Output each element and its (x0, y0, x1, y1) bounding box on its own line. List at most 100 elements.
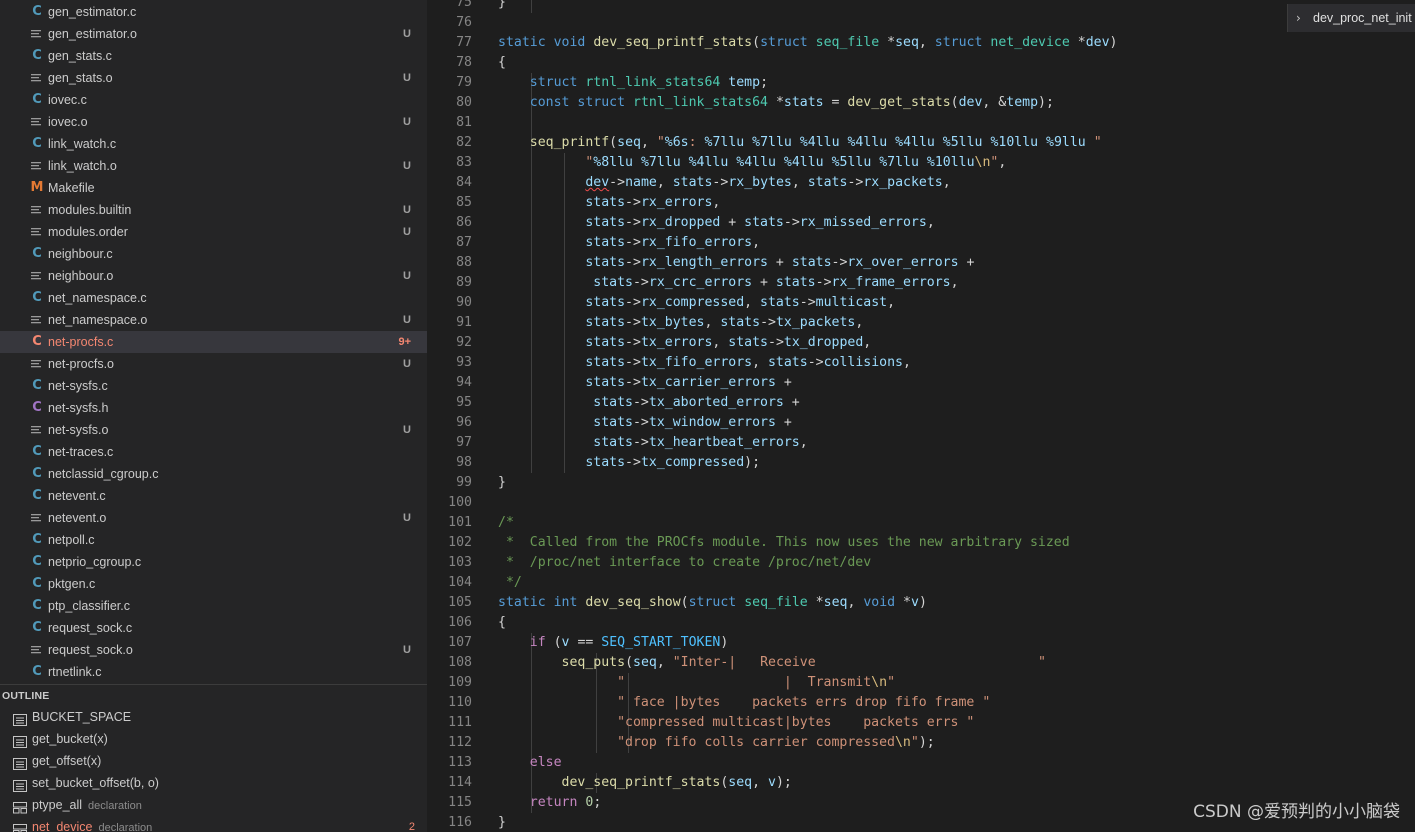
code-text[interactable]: stats->rx_compressed, stats->multicast, (498, 293, 895, 313)
file-item[interactable]: Crtnetlink.c (0, 661, 427, 683)
code-text[interactable]: if (v == SEQ_START_TOKEN) (498, 633, 729, 653)
code-text[interactable]: /* (498, 513, 514, 533)
file-item[interactable]: M Makefile (0, 177, 427, 199)
code-line[interactable]: 95 stats->tx_aborted_errors + (427, 393, 1415, 413)
file-item[interactable]: gen_estimator.o U (0, 23, 427, 45)
file-item[interactable]: Cgen_estimator.c (0, 1, 427, 23)
code-editor[interactable]: 75} 76 77 static void dev_seq_printf_stats(… (427, 0, 1415, 832)
code-line[interactable]: 85 stats->rx_errors, (427, 193, 1415, 213)
code-line[interactable]: 103 * /proc/net interface to create /pro… (427, 553, 1415, 573)
file-item[interactable]: Cnet-traces.c (0, 441, 427, 463)
code-line[interactable]: 84 dev->name, stats->rx_bytes, stats->rx… (427, 173, 1415, 193)
code-line[interactable]: 90 stats->rx_compressed, stats->multicas… (427, 293, 1415, 313)
code-text[interactable]: stats->rx_dropped + stats->rx_missed_err… (498, 213, 934, 233)
code-text[interactable]: seq_puts(seq, "Inter-| Receive " (498, 653, 1046, 673)
code-text[interactable]: " face |bytes packets errs drop fifo fra… (498, 693, 990, 713)
code-line[interactable]: 86 stats->rx_dropped + stats->rx_missed_… (427, 213, 1415, 233)
file-item[interactable]: net_namespace.o U (0, 309, 427, 331)
file-item[interactable]: request_sock.o U (0, 639, 427, 661)
file-item[interactable]: Cnetprio_cgroup.c (0, 551, 427, 573)
code-text[interactable]: stats->tx_aborted_errors + (498, 393, 799, 413)
code-text[interactable]: */ (498, 573, 522, 593)
file-item[interactable]: Cnet_namespace.c (0, 287, 427, 309)
code-text[interactable]: struct rtnl_link_stats64 temp; (498, 73, 768, 93)
code-line[interactable]: 99} (427, 473, 1415, 493)
outline-item[interactable]: get_offset(x) (0, 750, 427, 772)
file-item[interactable]: Cnetclassid_cgroup.c (0, 463, 427, 485)
code-text[interactable]: seq_printf(seq, "%6s: %7llu %7llu %4llu … (498, 133, 1102, 153)
code-text[interactable]: { (498, 53, 506, 73)
file-item[interactable]: Crequest_sock.c (0, 617, 427, 639)
code-line[interactable]: 114 dev_seq_printf_stats(seq, v); (427, 773, 1415, 793)
code-line[interactable]: 76 (427, 13, 1415, 33)
file-item[interactable]: link_watch.o U (0, 155, 427, 177)
code-line[interactable]: 109 " | Transmit\n" (427, 673, 1415, 693)
code-text[interactable]: stats->tx_errors, stats->tx_dropped, (498, 333, 871, 353)
file-item[interactable]: Cneighbour.c (0, 243, 427, 265)
code-text[interactable]: stats->rx_errors, (498, 193, 720, 213)
code-text[interactable]: stats->tx_fifo_errors, stats->collisions… (498, 353, 911, 373)
file-item[interactable]: Cnet-procfs.c 9+ (0, 331, 427, 353)
code-text[interactable]: dev->name, stats->rx_bytes, stats->rx_pa… (498, 173, 950, 193)
code-line[interactable]: 92 stats->tx_errors, stats->tx_dropped, (427, 333, 1415, 353)
file-item[interactable]: Cnet-sysfs.c (0, 375, 427, 397)
code-line[interactable]: 75} (427, 0, 1415, 13)
file-item[interactable]: Clink_watch.c (0, 133, 427, 155)
breadcrumb-symbol[interactable]: dev_proc_net_init (1313, 9, 1412, 27)
outline-item[interactable]: get_bucket(x) (0, 728, 427, 750)
code-line[interactable]: 102 * Called from the PROCfs module. Thi… (427, 533, 1415, 553)
code-line[interactable]: 83 "%8llu %7llu %4llu %4llu %4llu %5llu … (427, 153, 1415, 173)
code-text[interactable]: "compressed multicast|bytes packets errs… (498, 713, 974, 733)
code-line[interactable]: 111 "compressed multicast|bytes packets … (427, 713, 1415, 733)
code-text[interactable]: * Called from the PROCfs module. This no… (498, 533, 1070, 553)
code-text[interactable]: "drop fifo colls carrier compressed\n"); (498, 733, 935, 753)
file-item[interactable]: modules.order U (0, 221, 427, 243)
code-line[interactable]: 91 stats->tx_bytes, stats->tx_packets, (427, 313, 1415, 333)
code-line[interactable]: 107 if (v == SEQ_START_TOKEN) (427, 633, 1415, 653)
code-line[interactable]: 113 else (427, 753, 1415, 773)
code-text[interactable]: dev_seq_printf_stats(seq, v); (498, 773, 792, 793)
code-line[interactable]: 110 " face |bytes packets errs drop fifo… (427, 693, 1415, 713)
code-line[interactable]: 96 stats->tx_window_errors + (427, 413, 1415, 433)
file-item[interactable]: Cpktgen.c (0, 573, 427, 595)
code-line[interactable]: 105 static int dev_seq_show(struct seq_fi… (427, 593, 1415, 613)
code-text[interactable]: } (498, 473, 506, 493)
code-line[interactable]: 100 (427, 493, 1415, 513)
file-item[interactable]: gen_stats.o U (0, 67, 427, 89)
outline-item[interactable]: net_device declaration 2 (0, 816, 427, 832)
file-item[interactable]: Cptp_classifier.c (0, 595, 427, 617)
file-item[interactable]: Cnetpoll.c (0, 529, 427, 551)
code-line[interactable]: 88 stats->rx_length_errors + stats->rx_o… (427, 253, 1415, 273)
outline-item[interactable]: ptype_all declaration (0, 794, 427, 816)
code-text[interactable]: stats->tx_carrier_errors + (498, 373, 791, 393)
code-line[interactable]: 81 (427, 113, 1415, 133)
code-text[interactable]: stats->rx_length_errors + stats->rx_over… (498, 253, 974, 273)
code-text[interactable]: stats->rx_fifo_errors, (498, 233, 760, 253)
outline-section-title[interactable]: OUTLINE (2, 688, 49, 704)
file-item[interactable]: Cnet-sysfs.h (0, 397, 427, 419)
code-text[interactable]: const struct rtnl_link_stats64 *stats = … (498, 93, 1054, 113)
code-text[interactable]: stats->tx_compressed); (498, 453, 760, 473)
code-line[interactable]: 93 stats->tx_fifo_errors, stats->collisi… (427, 353, 1415, 373)
code-line[interactable]: 82 seq_printf(seq, "%6s: %7llu %7llu %4l… (427, 133, 1415, 153)
code-text[interactable]: static void dev_seq_printf_stats(struct … (498, 33, 1117, 53)
code-text[interactable]: } (498, 813, 506, 832)
code-line[interactable]: 77 static void dev_seq_printf_stats(struc… (427, 33, 1415, 53)
code-text[interactable]: stats->tx_window_errors + (498, 413, 792, 433)
code-line[interactable]: 98 stats->tx_compressed); (427, 453, 1415, 473)
code-text[interactable]: stats->rx_crc_errors + stats->rx_frame_e… (498, 273, 958, 293)
code-text[interactable]: stats->tx_bytes, stats->tx_packets, (498, 313, 863, 333)
file-item[interactable]: iovec.o U (0, 111, 427, 133)
code-line[interactable]: 80 const struct rtnl_link_stats64 *stats… (427, 93, 1415, 113)
file-item[interactable]: modules.builtin U (0, 199, 427, 221)
file-item[interactable]: netevent.o U (0, 507, 427, 529)
outline-item[interactable]: BUCKET_SPACE (0, 706, 427, 728)
file-item[interactable]: Cnetevent.c (0, 485, 427, 507)
code-line[interactable]: 101 /* (427, 513, 1415, 533)
file-item[interactable]: net-procfs.o U (0, 353, 427, 375)
file-item[interactable]: neighbour.o U (0, 265, 427, 287)
code-text[interactable]: * /proc/net interface to create /proc/ne… (498, 553, 871, 573)
code-text[interactable]: else (498, 753, 562, 773)
code-text[interactable]: } (498, 0, 506, 13)
breadcrumb[interactable]: › dev_proc_net_init (1287, 4, 1415, 32)
